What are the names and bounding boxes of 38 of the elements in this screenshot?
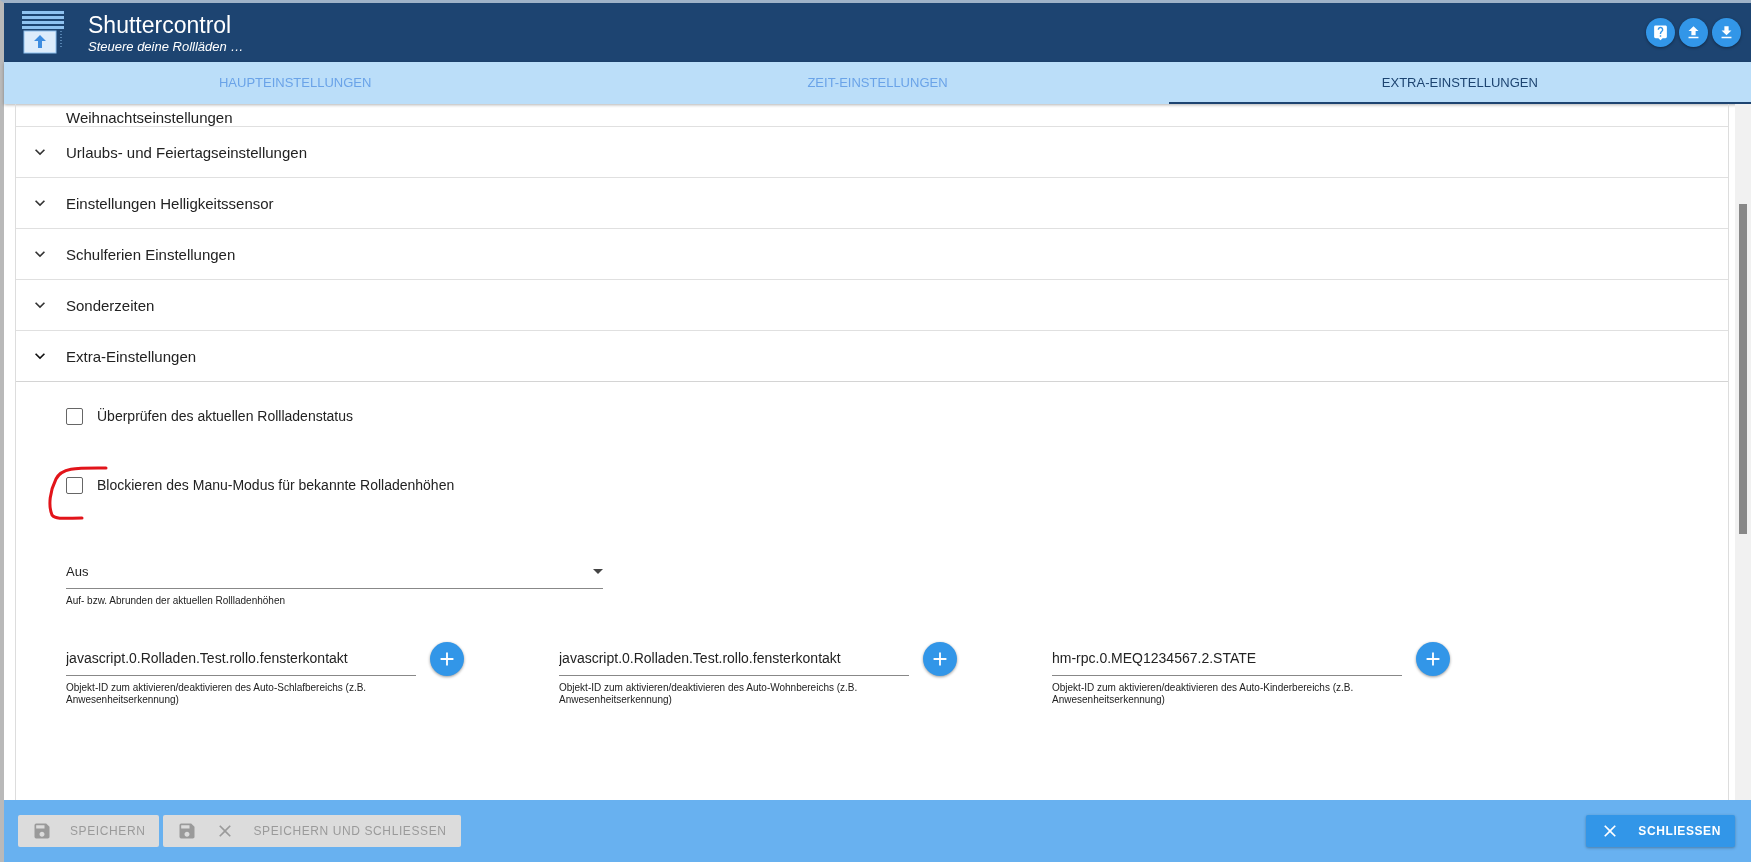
add-button[interactable] xyxy=(1416,641,1450,676)
checkbox[interactable] xyxy=(66,407,83,425)
checkbox-label: Blockieren des Manu-Modus für bekannte Rolladenhöhen xyxy=(97,477,455,493)
section-title: Sonderzeiten xyxy=(66,296,155,314)
add-button[interactable] xyxy=(430,641,464,676)
accordion-header[interactable]: Urlaubs- und Feiertagseinstellungen xyxy=(16,127,1728,178)
checkbox-label: Überprüfen des aktuellen Rollladenstatus xyxy=(97,408,354,424)
section-title: Weihnachtseinstellungen xyxy=(66,109,233,126)
app-subtitle: Steuere deine Rollläden … xyxy=(88,38,245,54)
section-title: Extra-Einstellungen xyxy=(66,347,197,365)
save-icon xyxy=(177,821,198,841)
section-title: Einstellungen Helligkeitssensor xyxy=(66,194,274,212)
app-title: Shuttercontrol xyxy=(88,11,233,39)
accordion-header[interactable]: Sonderzeiten xyxy=(16,280,1728,331)
helper-text: Objekt-ID zum aktivieren/deaktivieren des Auto-Schlafbereichs (z.B. Anwesenheitserkennung) xyxy=(66,682,368,706)
rounding-select[interactable]: Aus xyxy=(66,554,603,589)
shutter-logo-icon xyxy=(22,10,64,55)
help-button[interactable] xyxy=(1646,18,1675,47)
accordion-header[interactable]: Extra-Einstellungen xyxy=(16,331,1728,382)
helper-text: Objekt-ID zum aktivieren/deaktivieren des Auto-Wohnbereichs (z.B. Anwesenheitserkennung) xyxy=(559,682,859,706)
accordion-header[interactable]: Einstellungen Helligkeitssensor xyxy=(16,178,1728,229)
add-button[interactable] xyxy=(923,641,957,676)
help-icon xyxy=(1652,24,1669,41)
helper-text: Auf- bzw. Abrunden der aktuellen Rollladenhöhen xyxy=(66,595,287,607)
accordion-header[interactable]: Schulferien Einstellungen xyxy=(16,229,1728,280)
caret-icon xyxy=(593,568,603,574)
save-icon xyxy=(32,821,52,841)
upload-button[interactable] xyxy=(1679,18,1708,47)
accordion-header[interactable]: Weihnachtseinstellungen xyxy=(16,104,1728,127)
object-id-field[interactable]: hm-rpc.0.MEQ1234567.2.STATE xyxy=(1052,641,1402,676)
helper-text: Objekt-ID zum aktivieren/deaktivieren des Auto-Kinderbereichs (z.B. Anwesenheitserkennung) xyxy=(1052,682,1355,706)
object-id-field[interactable]: javascript.0.Rolladen.Test.rollo.fensterkontakt xyxy=(559,641,909,676)
section-title: Schulferien Einstellungen xyxy=(66,245,236,263)
checkbox[interactable] xyxy=(66,476,83,494)
section-title: Urlaubs- und Feiertagseinstellungen xyxy=(66,143,307,161)
download-button[interactable] xyxy=(1712,18,1741,47)
tab[interactable]: EXTRA-EINSTELLUNGEN xyxy=(1168,62,1751,104)
object-id-field[interactable]: javascript.0.Rolladen.Test.rollo.fensterkontakt xyxy=(66,641,416,676)
